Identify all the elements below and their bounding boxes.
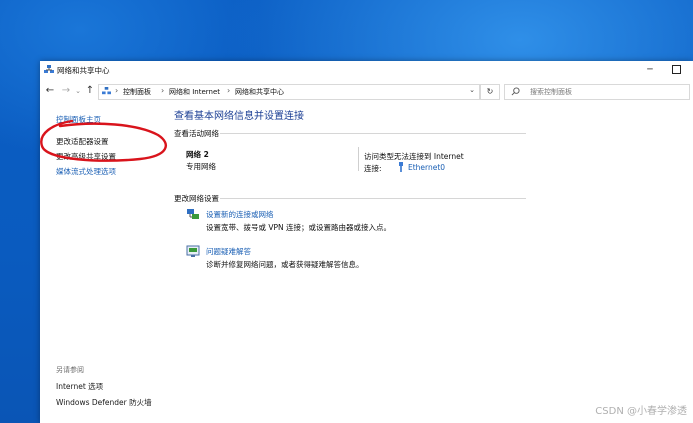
forward-button[interactable]: → xyxy=(60,85,72,97)
back-button[interactable]: ← xyxy=(44,85,56,97)
section-divider xyxy=(220,198,526,199)
section-divider xyxy=(220,133,526,134)
breadcrumb-sharing-center[interactable]: 网络和共享中心 xyxy=(235,87,284,97)
breadcrumb-separator: › xyxy=(161,86,165,95)
access-type-label: 访问类型: xyxy=(364,152,397,161)
setup-new-connection-desc: 设置宽带、拨号或 VPN 连接；或设置路由器或接入点。 xyxy=(206,223,392,232)
network-type-link[interactable]: 专用网络 xyxy=(186,161,216,172)
address-bar[interactable]: › 控制面板 › 网络和 Internet › 网络和共享中心 ⌄ xyxy=(98,84,480,100)
network-center-icon xyxy=(44,65,54,73)
troubleshoot-problems-desc: 诊断并修复网络问题，或者获得疑难解答信息。 xyxy=(206,260,364,269)
search-icon xyxy=(511,87,520,96)
troubleshoot-icon xyxy=(186,245,200,257)
refresh-button[interactable]: ↻ xyxy=(480,84,500,100)
minimize-button[interactable]: ─ xyxy=(637,61,663,79)
maximize-button[interactable] xyxy=(663,61,689,79)
breadcrumb-separator: › xyxy=(227,86,231,95)
active-networks-label: 查看活动网络 xyxy=(174,129,219,138)
setup-new-connection-link[interactable]: 设置新的连接或网络 xyxy=(206,209,274,220)
address-dropdown-button[interactable]: ⌄ xyxy=(469,86,475,94)
access-type-value: 无法连接到 Internet xyxy=(394,152,464,161)
vertical-divider xyxy=(358,147,359,171)
troubleshoot-problems-link[interactable]: 问题疑难解答 xyxy=(206,246,251,257)
navigation-bar: ← → ⌄ ↑ › 控制面板 › 网络和 Internet › 网络和共享中心 … xyxy=(40,81,693,101)
sidebar: 控制面板主页 更改适配器设置 更改高级共享设置 媒体流式处理选项 另请参阅 In… xyxy=(40,101,168,423)
change-settings-label: 更改网络设置 xyxy=(174,194,219,203)
up-button[interactable]: ↑ xyxy=(84,85,96,97)
connection-ethernet0-link[interactable]: Ethernet0 xyxy=(408,163,445,172)
breadcrumb-separator: › xyxy=(115,86,119,95)
page-title: 查看基本网络信息并设置连接 xyxy=(174,111,304,122)
window-title: 网络和共享中心 xyxy=(57,66,110,75)
ethernet-icon xyxy=(399,162,403,172)
maximize-icon xyxy=(671,65,681,74)
recent-locations-button[interactable]: ⌄ xyxy=(72,85,84,97)
sidebar-item-advanced-sharing-settings[interactable]: 更改高级共享设置 xyxy=(56,151,116,162)
title-bar: 网络和共享中心 ─ xyxy=(40,61,693,79)
sidebar-item-change-adapter-settings[interactable]: 更改适配器设置 xyxy=(56,136,109,147)
search-placeholder: 搜索控制面板 xyxy=(530,88,572,96)
breadcrumb-network-internet[interactable]: 网络和 Internet xyxy=(169,87,220,97)
watermark: CSDN @小春学渗透 xyxy=(595,406,687,417)
sidebar-item-control-panel-home[interactable]: 控制面板主页 xyxy=(56,114,101,125)
see-also-windows-defender-firewall[interactable]: Windows Defender 防火墙 xyxy=(56,397,152,408)
breadcrumb-control-panel[interactable]: 控制面板 xyxy=(123,87,151,97)
network-setup-icon xyxy=(187,209,199,219)
sidebar-item-media-streaming[interactable]: 媒体流式处理选项 xyxy=(56,166,116,177)
see-also-internet-options[interactable]: Internet 选项 xyxy=(56,381,103,392)
see-also-heading: 另请参阅 xyxy=(56,366,84,374)
network-center-icon xyxy=(102,87,111,95)
connection-label: 连接: xyxy=(364,164,382,173)
control-panel-window: 网络和共享中心 ─ ← → ⌄ ↑ › 控制面板 › 网络和 Internet … xyxy=(40,61,693,423)
main-content: 查看基本网络信息并设置连接 查看活动网络 网络 2 专用网络 访问类型: 无法连… xyxy=(168,101,688,423)
network-name: 网络 2 xyxy=(186,150,209,159)
search-input[interactable]: 搜索控制面板 xyxy=(504,84,690,100)
